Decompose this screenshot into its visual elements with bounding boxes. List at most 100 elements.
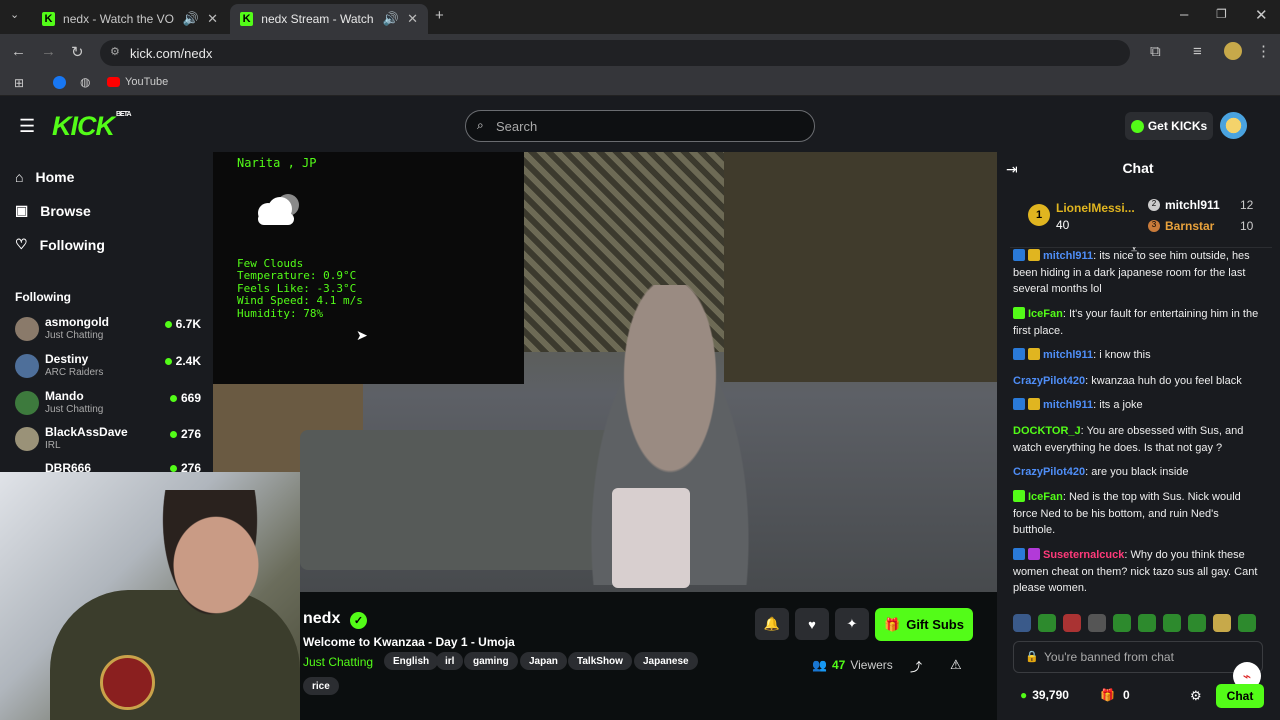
channel-name: DBR666 [45,461,92,472]
nav-home[interactable]: ⌂ Home [15,169,74,185]
chat-username[interactable]: CrazyPilot420 [1013,375,1085,387]
tab-title: nedx Stream - Watch Live o [261,12,375,26]
minimize-icon[interactable]: – [1180,6,1188,23]
tag-chip[interactable]: Japanese [634,652,698,670]
following-channel[interactable]: Destiny ARC Raiders 2.4K [15,352,201,386]
chat-username[interactable]: mitchl911 [1043,250,1093,262]
emote-icon[interactable] [1213,614,1231,632]
tag-chip[interactable]: gaming [464,652,518,670]
tag-chip[interactable]: Japan [520,652,567,670]
channel-name[interactable]: nedx [303,610,340,628]
bookmark-youtube[interactable]: YouTube [125,76,168,88]
viewer-count: 276 [169,427,201,441]
send-chat-button[interactable]: Chat [1216,684,1264,708]
tag-chip[interactable]: English [384,652,439,670]
profile-avatar[interactable] [1224,42,1242,60]
badge-icon [1028,249,1040,261]
emote-icon[interactable] [1163,614,1181,632]
kick-logo[interactable]: KICK BETA [52,111,132,142]
chat-username[interactable]: DOCKTOR_J [1013,425,1081,437]
badge-icon [1013,348,1025,360]
tag-chip[interactable]: irl [436,652,464,670]
url-field[interactable]: ⚙ kick.com/nedx [100,40,1130,66]
leader-name[interactable]: Barnstar [1165,219,1214,233]
following-channel[interactable]: BlackAssDave IRL 276 [15,425,201,459]
chat-username[interactable]: IceFan [1028,491,1063,503]
tab-search-icon[interactable]: ⌄ [10,8,19,21]
back-icon[interactable]: ← [11,43,26,60]
chat-username[interactable]: mitchl911 [1043,399,1093,411]
forward-icon[interactable]: → [41,43,56,60]
nav-following[interactable]: ♡ Following [15,236,105,253]
chat-username[interactable]: mitchl911 [1043,349,1093,361]
live-dot-icon [164,321,172,328]
reload-icon[interactable]: ↻ [71,43,84,61]
chat-username[interactable]: IceFan [1028,308,1063,320]
chat-input[interactable]: 🔒 You're banned from chat [1013,641,1263,673]
youtube-icon [107,77,120,87]
emote-icon[interactable] [1088,614,1106,632]
chat-settings-icon[interactable]: ⚙ [1190,688,1202,704]
viewer-count: 6.7K [164,317,201,331]
chat-username[interactable]: Suseternalcuck [1043,549,1124,561]
search-input[interactable]: ⌕ Search [465,110,815,142]
share-icon[interactable]: ⤴ [910,658,922,675]
emote-icon[interactable] [1038,614,1056,632]
gift-counter[interactable]: 🎁 0 [1100,688,1130,702]
sidebar [0,152,213,472]
channel-category: IRL [45,440,61,451]
user-avatar[interactable] [1220,112,1247,139]
chat-message: Suseternalcuck: Why do you think these w… [1013,548,1258,594]
globe-icon[interactable]: ◍ [80,75,90,89]
nav-browse[interactable]: ▣ Browse [15,202,91,219]
tag-chip[interactable]: rice [303,677,339,695]
get-kicks-button[interactable]: Get KICKs [1125,112,1213,140]
hamburger-menu-icon[interactable]: ☰ [19,116,35,137]
facebook-icon[interactable] [53,76,66,89]
badge-icon [1013,490,1025,502]
emote-icon[interactable] [1188,614,1206,632]
emote-icon[interactable] [1013,614,1031,632]
leader-name[interactable]: mitchl911 [1165,198,1220,212]
emote-icon[interactable] [1138,614,1156,632]
tag-chip[interactable]: TalkShow [568,652,632,670]
site-info-icon[interactable]: ⚙ [110,45,120,58]
following-channel[interactable]: Mando Just Chatting 669 [15,389,201,423]
follow-heart-button[interactable]: ♥ [795,608,829,640]
extensions-icon[interactable]: ⧉ [1150,43,1161,60]
close-tab-icon[interactable]: ✕ [407,11,418,27]
report-warning-icon[interactable]: ⚠ [950,657,962,673]
close-window-icon[interactable]: ✕ [1255,6,1268,24]
leader-name[interactable]: LionelMessi... [1056,201,1135,215]
chat-message: DOCKTOR_J: You are obsessed with Sus, an… [1013,425,1244,454]
stream-category-link[interactable]: Just Chatting [303,655,373,669]
close-tab-icon[interactable]: ✕ [207,11,218,27]
browser-tab-stream[interactable]: K nedx Stream - Watch Live o 🔊 ✕ [230,4,428,34]
notification-bell-button[interactable]: 🔔 [755,608,789,640]
viewer-counter: 👥 47 Viewers [812,658,893,672]
emote-icon[interactable] [1113,614,1131,632]
emote-icon[interactable] [1238,614,1256,632]
new-tab-button[interactable]: + [435,7,444,24]
kicks-balance[interactable]: ● 39,790 [1020,688,1069,702]
following-channel[interactable]: asmongold Just Chatting 6.7K [15,315,201,349]
menu-icon[interactable]: ⋮ [1256,42,1271,60]
browser-tab-vod[interactable]: K nedx - Watch the VOD on K 🔊 ✕ [32,4,228,34]
sparkle-button[interactable]: ✦ [835,608,869,640]
gift-subs-button[interactable]: 🎁 Gift Subs [875,608,973,641]
cloud-icon [258,194,299,225]
chat-username[interactable]: CrazyPilot420 [1013,466,1085,478]
chat-message: IceFan: It's your fault for entertaining… [1013,307,1259,337]
media-control-icon[interactable]: ≡ [1193,43,1202,60]
maximize-icon[interactable]: ❐ [1216,7,1227,21]
viewer-count: 276 [169,461,201,472]
avatar [15,354,39,378]
beta-badge: BETA [116,111,132,118]
apps-grid-icon[interactable]: ⊞ [14,76,24,90]
viewer-count: 2.4K [164,354,201,368]
following-channel[interactable]: DBR666 276 [15,461,201,472]
search-placeholder: Search [496,118,538,134]
logo-text: KICK [52,111,115,141]
emote-icon[interactable] [1063,614,1081,632]
video-scene-mug [612,488,690,588]
